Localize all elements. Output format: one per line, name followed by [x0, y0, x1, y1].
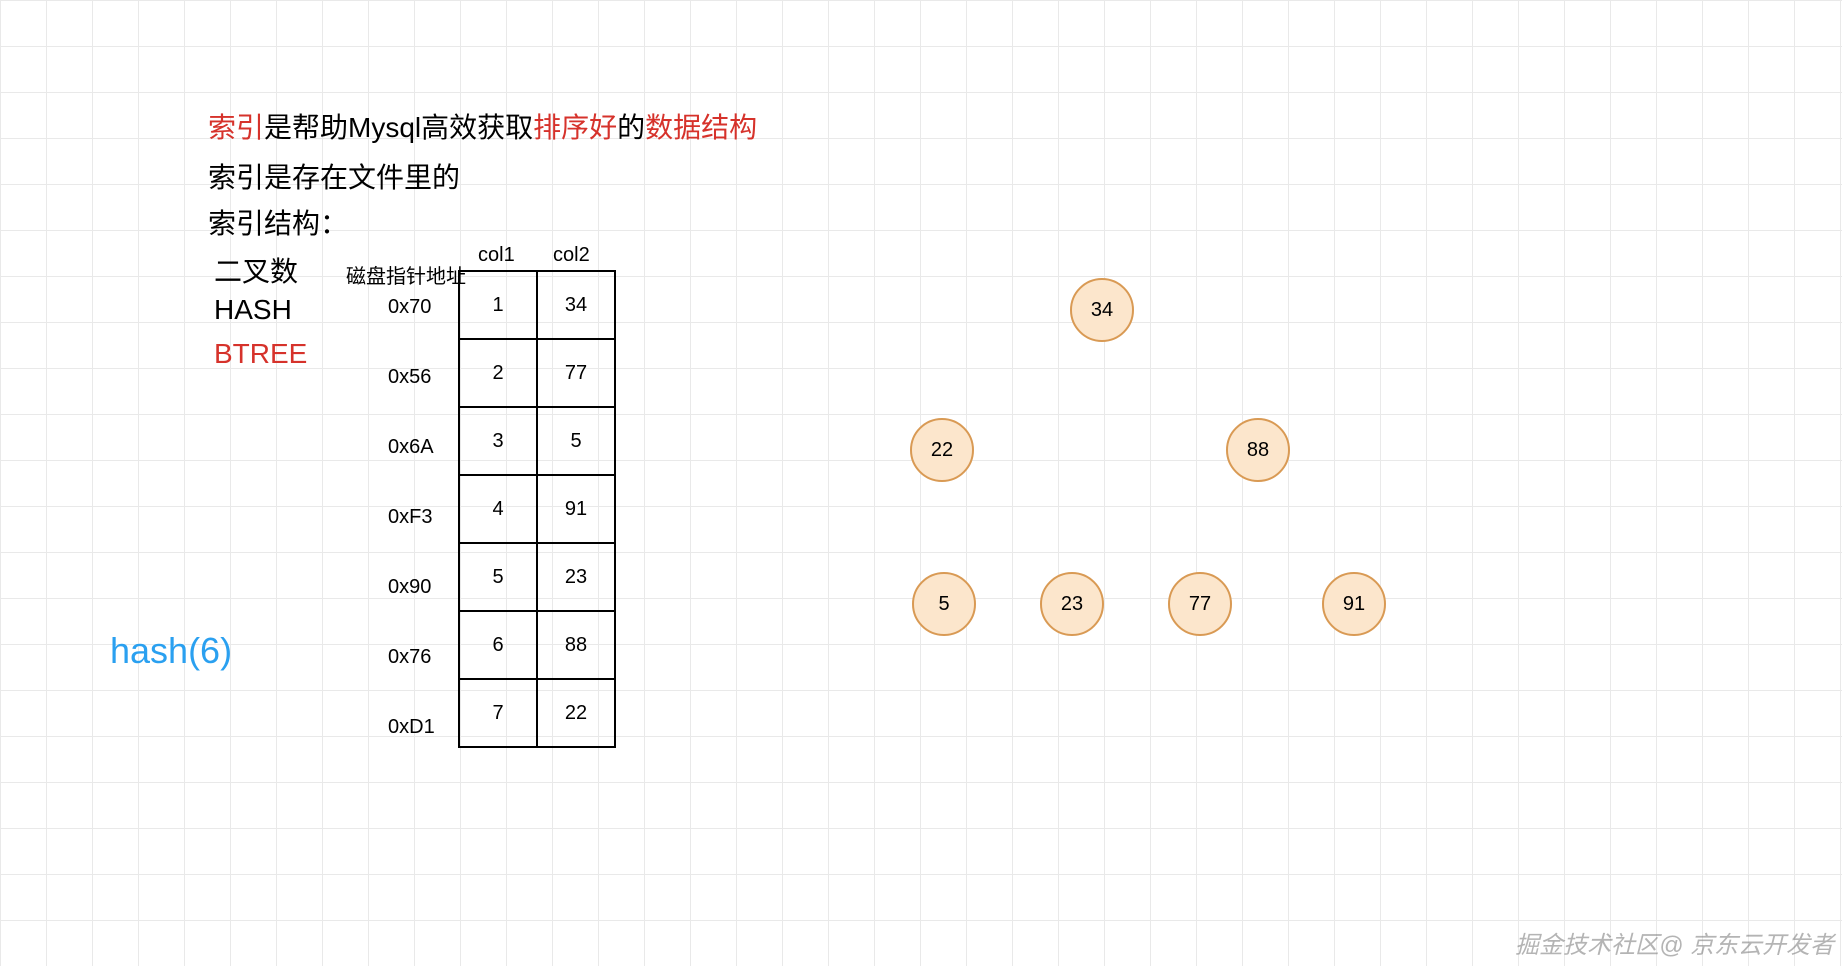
hash-label: hash(6)	[110, 630, 232, 672]
line-3: 索引结构：	[208, 202, 348, 242]
addr-4: 0x90	[388, 576, 431, 599]
tree-node-rl: 77	[1168, 572, 1232, 636]
cell-col2: 77	[537, 339, 615, 407]
table-row: 688	[459, 611, 615, 679]
table-row: 491	[459, 475, 615, 543]
cell-col2: 88	[537, 611, 615, 679]
tree-node-lr: 23	[1040, 572, 1104, 636]
addr-6: 0xD1	[388, 716, 435, 739]
addr-5: 0x76	[388, 646, 431, 669]
cell-col1: 5	[459, 543, 537, 611]
tree-node-l: 22	[910, 418, 974, 482]
addr-3: 0xF3	[388, 506, 432, 529]
disk-header: 磁盘指针地址	[346, 260, 466, 289]
option-btree: BTREE	[214, 338, 307, 370]
table-row: 134	[459, 271, 615, 339]
table-row: 277	[459, 339, 615, 407]
addr-2: 0x6A	[388, 436, 434, 459]
cell-col1: 1	[459, 271, 537, 339]
title-red-2: 排序好	[533, 112, 617, 143]
table-row: 523	[459, 543, 615, 611]
col1-header: col1	[478, 244, 515, 267]
option-binary-tree: 二叉数	[214, 250, 298, 290]
cell-col1: 7	[459, 679, 537, 747]
tree-node-rr: 91	[1322, 572, 1386, 636]
cell-col2: 34	[537, 271, 615, 339]
tree-node-ll: 5	[912, 572, 976, 636]
cell-col1: 3	[459, 407, 537, 475]
pointer-arrows	[0, 0, 300, 150]
cell-col1: 4	[459, 475, 537, 543]
addr-1: 0x56	[388, 366, 431, 389]
watermark: 掘金技术社区@ 京东云开发者	[1515, 925, 1834, 960]
cell-col2: 23	[537, 543, 615, 611]
cell-col1: 6	[459, 611, 537, 679]
cell-col2: 5	[537, 407, 615, 475]
tree-node-root: 34	[1070, 278, 1134, 342]
tree-node-r: 88	[1226, 418, 1290, 482]
col2-header: col2	[553, 244, 590, 267]
data-table: 134 277 35 491 523 688 722	[458, 270, 616, 748]
addr-0: 0x70	[388, 296, 431, 319]
title-black-2: 的	[617, 112, 645, 143]
table-row: 722	[459, 679, 615, 747]
title-red-3: 数据结构	[645, 112, 757, 143]
cell-col2: 22	[537, 679, 615, 747]
line-2: 索引是存在文件里的	[208, 156, 460, 196]
option-hash: HASH	[214, 294, 292, 326]
cell-col2: 91	[537, 475, 615, 543]
cell-col1: 2	[459, 339, 537, 407]
title-black-1: 是帮助Mysql高效获取	[264, 112, 533, 143]
table-row: 35	[459, 407, 615, 475]
